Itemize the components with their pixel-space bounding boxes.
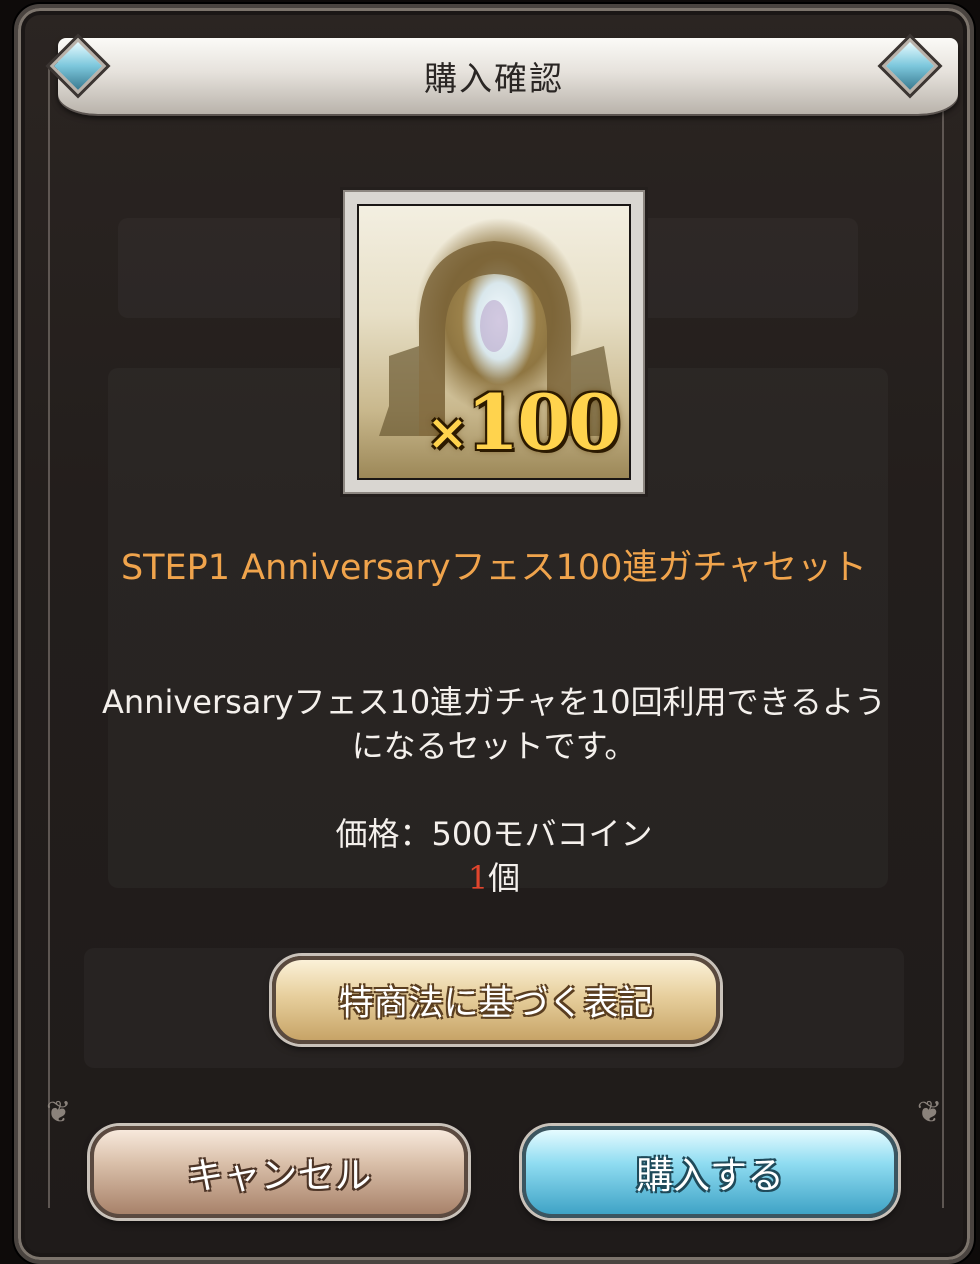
frame-ornament-icon: ❦: [46, 1095, 72, 1130]
frame-ornament-icon: ❦: [916, 1095, 942, 1130]
price-text: 価格：500モバコイン: [335, 815, 653, 853]
purchase-button-label: 購入する: [636, 1154, 784, 1197]
product-description: Anniversaryフェス10連ガチャを10回利用できるようになるセットです。: [102, 683, 886, 765]
product-title: STEP1 Anniversaryフェス100連ガチャセット: [120, 548, 868, 588]
purchase-button[interactable]: 購入する: [522, 1126, 898, 1218]
quantity-unit: 個: [488, 859, 521, 897]
purchase-confirm-dialog: 購入確認 ×100 STEP1 Anniversaryフェス100連ガチャセット…: [14, 4, 974, 1264]
legal-notice-button-label: 特商法に基づく表記: [338, 983, 654, 1024]
item-thumbnail: ×100: [343, 190, 645, 494]
quantity-line: 1個: [18, 856, 970, 900]
cancel-button-label: キャンセル: [186, 1154, 372, 1197]
item-quantity-label: ×100: [426, 378, 621, 467]
cancel-button[interactable]: キャンセル: [90, 1126, 468, 1218]
legal-notice-button[interactable]: 特商法に基づく表記: [272, 956, 720, 1044]
dialog-title: 購入確認: [424, 59, 564, 98]
quantity-number: 1: [467, 859, 489, 897]
gacha-ticket-icon: ×100: [357, 204, 631, 480]
